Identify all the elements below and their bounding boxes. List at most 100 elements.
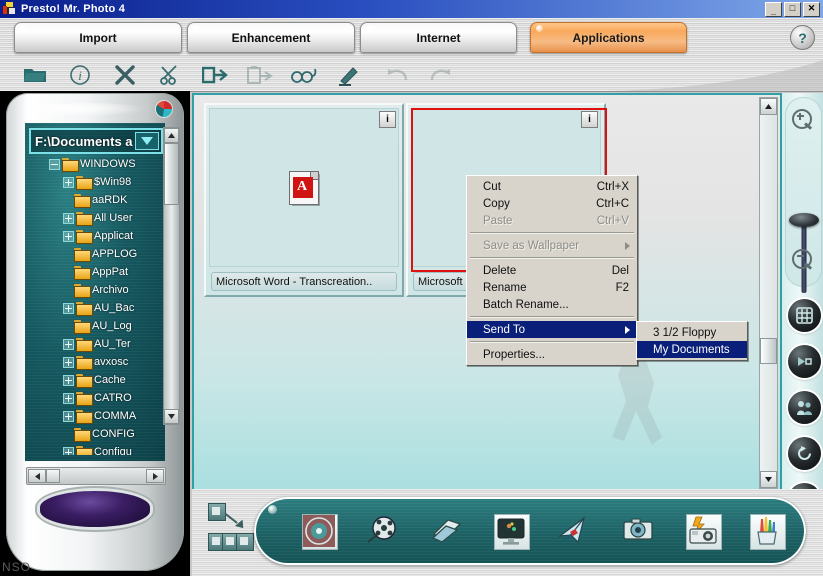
workspace-scrollbar[interactable] bbox=[759, 97, 778, 489]
flash-camera-icon bbox=[687, 534, 719, 551]
tree-item[interactable]: AppPat bbox=[31, 263, 159, 281]
tree-item[interactable]: WINDOWS bbox=[31, 155, 159, 173]
thumbnail-info-button[interactable]: i bbox=[581, 111, 598, 128]
copy-icon[interactable] bbox=[200, 61, 230, 88]
path-dropdown[interactable]: F:\Documents a bbox=[29, 128, 163, 154]
tree-item[interactable]: Applicat bbox=[31, 227, 159, 245]
tree-item[interactable]: Cache bbox=[31, 371, 159, 389]
tab-internet[interactable]: Internet bbox=[360, 22, 517, 53]
tree-vertical-scrollbar[interactable] bbox=[163, 127, 180, 425]
open-folder-icon[interactable] bbox=[20, 61, 50, 88]
tree-item-label: CATRO bbox=[94, 392, 132, 404]
hscroll-thumb[interactable] bbox=[46, 469, 60, 483]
menu-item-cut[interactable]: CutCtrl+X bbox=[467, 178, 637, 195]
tree-item[interactable]: CONFIG bbox=[31, 425, 159, 443]
tab-import[interactable]: Import bbox=[14, 22, 182, 53]
scroll-up-button[interactable] bbox=[164, 128, 179, 143]
tree-expand-icon[interactable] bbox=[63, 447, 74, 456]
tree-collapse-icon[interactable] bbox=[49, 159, 60, 170]
menu-item-copy[interactable]: CopyCtrl+C bbox=[467, 195, 637, 212]
submenu-arrow-icon bbox=[625, 326, 630, 334]
capture-app[interactable] bbox=[686, 514, 722, 550]
menu-item-my-documents[interactable]: My Documents bbox=[637, 341, 747, 358]
zoom-in-magnifier-icon[interactable] bbox=[792, 109, 814, 131]
email-app[interactable] bbox=[558, 514, 592, 548]
tree-item[interactable]: aaRDK bbox=[31, 191, 159, 209]
tree-expand-icon[interactable] bbox=[63, 213, 74, 224]
send-to-submenu[interactable]: 3 1/2 FloppyMy Documents bbox=[636, 321, 748, 361]
scroll-up-button[interactable] bbox=[760, 98, 777, 115]
tree-item[interactable]: Configu bbox=[31, 443, 159, 455]
delete-x-icon[interactable] bbox=[110, 61, 140, 88]
tree-expand-icon[interactable] bbox=[63, 411, 74, 422]
tree-horizontal-scrollbar[interactable] bbox=[26, 467, 166, 485]
slideshow-app[interactable] bbox=[366, 514, 400, 548]
slideshow-button[interactable] bbox=[788, 345, 821, 378]
tree-expand-icon[interactable] bbox=[63, 357, 74, 368]
paper-plane-icon bbox=[558, 533, 590, 550]
people-album-button[interactable] bbox=[788, 391, 821, 424]
chevron-down-icon[interactable] bbox=[135, 132, 159, 150]
pencil-edit-icon[interactable] bbox=[335, 61, 365, 88]
tree-item[interactable]: All User bbox=[31, 209, 159, 227]
tree-expand-icon[interactable] bbox=[63, 393, 74, 404]
thumbnail-grid-view-button[interactable] bbox=[788, 299, 821, 332]
tree-item[interactable]: avxosc bbox=[31, 353, 159, 371]
info-icon[interactable]: i bbox=[65, 61, 95, 88]
tree-item[interactable]: AU_Ter bbox=[31, 335, 159, 353]
tree-expand-icon[interactable] bbox=[63, 231, 74, 242]
tree-expand-icon[interactable] bbox=[63, 177, 74, 188]
tree-expand-icon[interactable] bbox=[63, 375, 74, 386]
menu-item-batch-rename[interactable]: Batch Rename... bbox=[467, 296, 637, 313]
screensaver-app[interactable] bbox=[494, 514, 530, 550]
paint-app[interactable] bbox=[750, 514, 786, 550]
menu-item-send-to[interactable]: Send To bbox=[467, 321, 637, 338]
application-tray bbox=[254, 497, 806, 565]
group-objects-icon[interactable] bbox=[208, 503, 250, 551]
tree-item[interactable]: COMMA bbox=[31, 407, 159, 425]
menu-item-3-1-2-floppy[interactable]: 3 1/2 Floppy bbox=[637, 324, 747, 341]
folder-icon bbox=[76, 230, 91, 242]
minimize-button[interactable]: _ bbox=[765, 2, 782, 17]
photo-album-app[interactable] bbox=[302, 514, 338, 550]
tree-item[interactable]: AU_Log bbox=[31, 317, 159, 335]
context-menu[interactable]: CutCtrl+XCopyCtrl+CPasteCtrl+VSave as Wa… bbox=[466, 175, 638, 366]
scroll-right-button[interactable] bbox=[146, 469, 164, 483]
rotate-arrow-icon bbox=[796, 445, 813, 462]
scroll-thumb[interactable] bbox=[164, 143, 179, 205]
help-button[interactable]: ? bbox=[790, 25, 815, 50]
device-speaker bbox=[40, 491, 150, 527]
thumbnail-info-button[interactable]: i bbox=[379, 111, 396, 128]
menu-item-rename[interactable]: RenameF2 bbox=[467, 279, 637, 296]
menu-item-label: Batch Rename... bbox=[483, 299, 569, 311]
scroll-down-button[interactable] bbox=[164, 409, 179, 424]
folder-tree[interactable]: WINDOWS$Win98aaRDKAll UserApplicatAPPLOG… bbox=[31, 155, 159, 455]
tree-item[interactable]: AU_Bac bbox=[31, 299, 159, 317]
zoom-out-magnifier-icon[interactable] bbox=[792, 249, 814, 271]
zoom-slider-handle[interactable] bbox=[789, 213, 819, 227]
tab-enhancement[interactable]: Enhancement bbox=[187, 22, 355, 53]
scroll-down-button[interactable] bbox=[760, 471, 777, 488]
scroll-left-button[interactable] bbox=[28, 469, 46, 483]
menu-item-delete[interactable]: DeleteDel bbox=[467, 262, 637, 279]
tree-item[interactable]: CATRO bbox=[31, 389, 159, 407]
camera-eye-icon bbox=[622, 533, 654, 550]
scroll-thumb[interactable] bbox=[760, 338, 777, 364]
thumbnail-item-0[interactable]: A i Microsoft Word - Transcreation.. bbox=[204, 103, 404, 297]
glasses-preview-icon[interactable] bbox=[290, 61, 320, 88]
tree-expand-icon[interactable] bbox=[63, 339, 74, 350]
tree-item[interactable]: APPLOG bbox=[31, 245, 159, 263]
web-album-app[interactable] bbox=[622, 514, 656, 548]
close-button[interactable]: ✕ bbox=[803, 2, 820, 17]
rotate-button[interactable] bbox=[788, 437, 821, 470]
print-app[interactable] bbox=[430, 514, 464, 548]
monitor-icon bbox=[495, 534, 527, 551]
tree-item[interactable]: $Win98 bbox=[31, 173, 159, 191]
tree-expand-icon[interactable] bbox=[63, 303, 74, 314]
file-browser-panel: F:\Documents a WINDOWS$Win98aaRDKAll Use… bbox=[0, 91, 190, 576]
menu-item-properties[interactable]: Properties... bbox=[467, 346, 637, 363]
tab-applications[interactable]: Applications bbox=[530, 22, 687, 53]
maximize-button[interactable]: □ bbox=[784, 2, 801, 17]
scissors-cut-icon[interactable] bbox=[155, 61, 185, 88]
tree-item[interactable]: Archivo bbox=[31, 281, 159, 299]
